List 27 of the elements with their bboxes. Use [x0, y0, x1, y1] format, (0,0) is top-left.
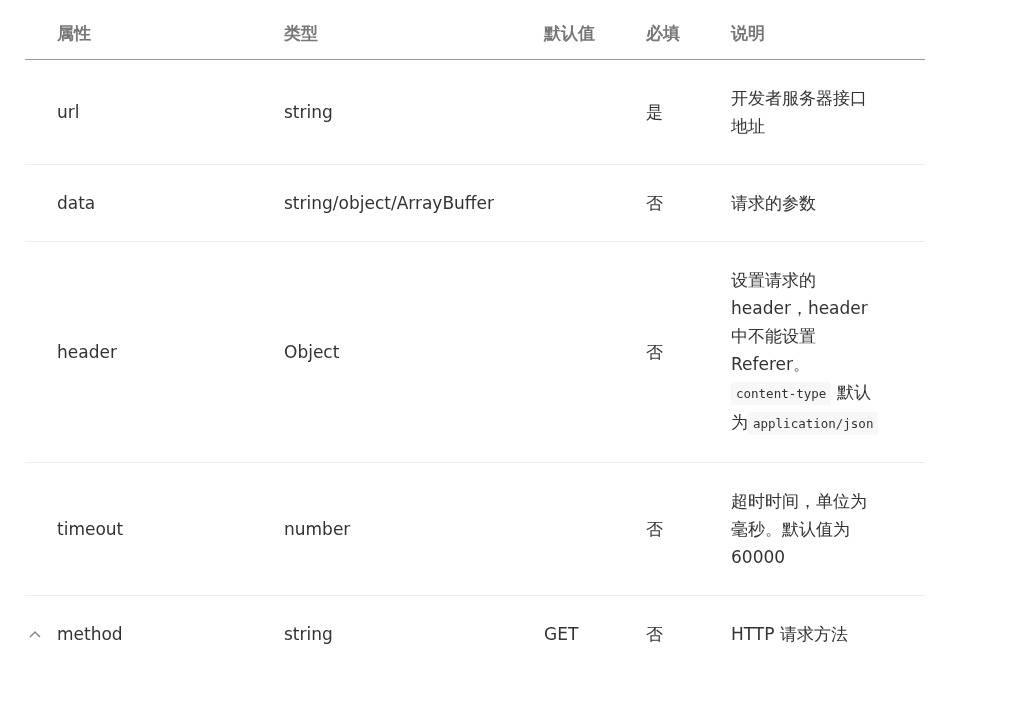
description-text: 设置请求的header，header中不能设置Referer。 content-type 默认为 application/json [731, 266, 881, 438]
table-cell: 否 [646, 624, 663, 644]
table-cell: timeout [57, 519, 124, 539]
table-cell: string [284, 102, 333, 122]
column-header: 说明 [731, 23, 765, 43]
table-cell: 是 [646, 102, 663, 122]
table-cell: string [284, 624, 333, 644]
table-cell: data [57, 193, 96, 213]
column-header: 类型 [284, 23, 318, 43]
table-cell: GET [544, 624, 579, 644]
description-text: 请求的参数 [731, 192, 817, 215]
table-cell: string/object/ArrayBuffer [284, 193, 495, 213]
caret-up-icon[interactable] [29, 630, 41, 638]
table-cell: 否 [646, 519, 663, 539]
column-header: 默认值 [544, 23, 595, 43]
table-cell: 否 [646, 342, 663, 362]
description-text: 开发者服务器接口地址 [731, 87, 868, 138]
column-header: 属性 [57, 23, 91, 43]
description-text: HTTP 请求方法 [731, 623, 849, 646]
table-cell: method [57, 624, 123, 644]
table-cell: url [57, 102, 80, 122]
table-cell: header [57, 342, 117, 362]
description-text: 超时时间，单位为毫秒。默认值为60000 [731, 490, 868, 569]
column-header: 必填 [646, 23, 680, 43]
table-cell: number [284, 519, 351, 539]
table-cell: Object [284, 342, 340, 362]
table-cell: 否 [646, 193, 663, 213]
